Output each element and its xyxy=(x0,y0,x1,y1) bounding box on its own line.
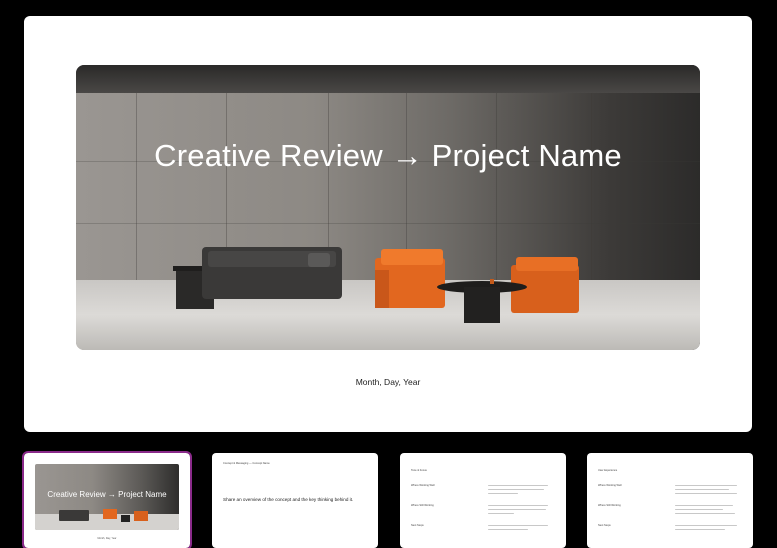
thumbnail-row-label: Next Steps xyxy=(411,524,424,527)
furniture-illustration xyxy=(173,247,579,323)
thumbnail-title: Creative Review → Project Name xyxy=(47,490,167,499)
thumbnail-row-label: Where Working Well xyxy=(598,484,622,487)
thumbnail-date: Month, Day, Year xyxy=(97,537,117,540)
thumbnail-hero-image: Creative Review → Project Name xyxy=(35,464,179,530)
thumbnail-header: Tone & Focus xyxy=(411,469,427,472)
slide-thumbnail-3[interactable]: Tone & Focus Where Working Well Where St… xyxy=(400,453,566,548)
thumbnail-row-label: Where Working Well xyxy=(411,484,435,487)
slide-thumbnail-2[interactable]: Concept & Messaging — Concept Name Share… xyxy=(212,453,378,548)
slide-thumbnail-4[interactable]: User Experience Where Working Well Where… xyxy=(587,453,753,548)
slide-title[interactable]: Creative Review → Project Name xyxy=(24,138,752,174)
thumbnail-row-label: Next Steps xyxy=(598,524,611,527)
main-slide-canvas[interactable]: Creative Review → Project Name Month, Da… xyxy=(24,16,752,432)
thumbnail-row-label: Where Still Working xyxy=(411,504,434,507)
thumbnail-header: Concept & Messaging — Concept Name xyxy=(223,462,270,465)
hero-image xyxy=(76,65,700,350)
thumbnail-row-label: Where Still Working xyxy=(598,504,621,507)
thumbnail-header: User Experience xyxy=(598,469,618,472)
slide-date[interactable]: Month, Day, Year xyxy=(24,377,752,387)
slide-thumbnail-1[interactable]: Creative Review → Project Name Month, Da… xyxy=(22,451,192,548)
thumbnail-body: Share an overview of the concept and the… xyxy=(223,497,354,502)
